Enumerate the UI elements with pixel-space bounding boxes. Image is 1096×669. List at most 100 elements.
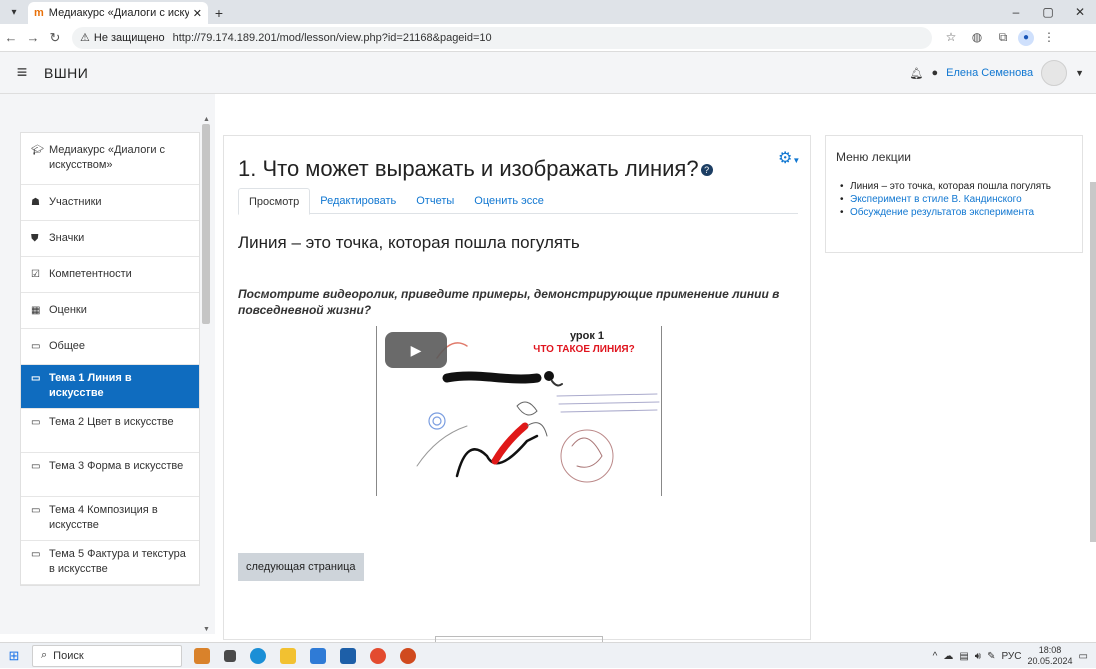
drawer-item-competencies[interactable]: ☑ Компетентности — [21, 257, 199, 293]
drawer-item-badges[interactable]: ⛊ Значки — [21, 221, 199, 257]
tab-grade-essays[interactable]: Оценить эссе — [464, 188, 554, 213]
store-icon[interactable] — [340, 647, 356, 664]
bookmark-star-icon[interactable]: ☆ — [940, 30, 962, 46]
task-view-icon[interactable] — [224, 649, 236, 662]
url-input[interactable]: ⚠ Не защищено http://79.174.189.201/mod/… — [72, 26, 932, 49]
edge-icon[interactable] — [250, 647, 266, 664]
drawer-item-topic-5[interactable]: ▭ Тема 5 Фактура и текстура в искусстве — [21, 541, 199, 585]
drawer-item-participants[interactable]: ☗ Участники — [21, 185, 199, 221]
video-title: урок 1 — [569, 330, 605, 342]
tab-edit[interactable]: Редактировать — [310, 188, 406, 213]
drawer-item-general[interactable]: ▭ Общее — [21, 329, 199, 365]
drawer-item-topic-1[interactable]: ▭ Тема 1 Линия в искусстве — [21, 365, 199, 409]
user-name[interactable]: Елена Семенова — [946, 67, 1033, 79]
profile-icon[interactable]: ● — [1018, 29, 1034, 46]
notification-center-icon[interactable]: ▭ — [1079, 651, 1088, 662]
reload-icon[interactable]: ↻ — [44, 30, 66, 46]
lesson-menu-link[interactable]: Обсуждение результатов эксперимента — [850, 207, 1034, 218]
kebab-menu-icon[interactable]: ⋮ — [1038, 30, 1060, 46]
pen-icon[interactable]: ✎ — [987, 651, 995, 662]
lesson-menu-block: Меню лекции Линия – это точка, которая п… — [825, 135, 1083, 253]
puzzle-icon[interactable]: ⧉ — [992, 30, 1014, 46]
language-indicator[interactable]: РУС — [1001, 651, 1021, 662]
users-icon: ☗ — [31, 197, 40, 208]
browser-tab[interactable]: m Медиакурс «Диалоги с искусс ✕ — [28, 2, 208, 24]
maximize-icon[interactable]: ▢ — [1032, 0, 1064, 24]
instruction-text: Посмотрите видеоролик, приведите примеры… — [238, 287, 780, 317]
network-icon[interactable]: ▤ — [959, 651, 968, 662]
lesson-menu-item-current: Линия – это точка, которая пошла погулят… — [840, 180, 1051, 193]
window-controls: – ▢ ✕ — [1000, 0, 1096, 24]
folder-icon: ▭ — [31, 549, 41, 560]
folder-icon: ▭ — [31, 417, 41, 428]
drawer-item-label: Тема 4 Композиция в искусстве — [49, 504, 158, 531]
drawer-item-label: Тема 5 Фактура и текстура в искусстве — [49, 548, 186, 575]
graduation-cap-icon: 🎓︎ — [31, 145, 44, 156]
drawer-item-label: Тема 1 Линия в искусстве — [49, 372, 132, 399]
drawer-item-grades[interactable]: ▦ Оценки — [21, 293, 199, 329]
minimize-icon[interactable]: – — [1000, 0, 1032, 24]
video-player[interactable]: ▶ урок 1 ЧТО ТАКОЕ ЛИНИЯ? — [376, 326, 662, 496]
drawer-item-label: Значки — [49, 232, 85, 244]
scroll-up-icon[interactable]: ▲ — [203, 116, 210, 123]
folder-icon: ▭ — [31, 505, 41, 516]
drawer-item-label: Тема 3 Форма в искусстве — [49, 460, 184, 472]
folder-icon: ▭ — [31, 341, 41, 352]
messages-icon[interactable]: ● — [932, 67, 939, 79]
drawer-item-topic-3[interactable]: ▭ Тема 3 Форма в искусстве — [21, 453, 199, 497]
widget-icon[interactable] — [194, 647, 210, 664]
windows-start-icon[interactable]: ⊞ — [0, 648, 28, 664]
system-tray: ^ ☁ ▤ 🔊︎ ✎ РУС 18:08 20.05.2024 ▭ — [933, 643, 1088, 669]
clock-time: 18:08 — [1038, 645, 1062, 655]
powerpoint-icon[interactable] — [400, 647, 416, 664]
url-text: http://79.174.189.201/mod/lesson/view.ph… — [172, 31, 492, 44]
close-tab-icon[interactable]: ✕ — [193, 7, 202, 20]
hamburger-menu-icon[interactable]: ≡ — [0, 62, 44, 83]
folder-icon: ▭ — [31, 373, 41, 384]
extension-icon[interactable]: ◍ — [966, 30, 988, 46]
page-title: 1. Что может выражать и изображать линия… — [238, 156, 713, 182]
drawer-item-label: Медиакурс «Диалоги с искусством» — [49, 144, 166, 171]
clock-date: 20.05.2024 — [1027, 656, 1073, 666]
tray-chevron-up-icon[interactable]: ^ — [933, 651, 938, 662]
lesson-heading: Линия – это точка, которая пошла погулят… — [238, 233, 580, 252]
volume-icon[interactable]: 🔊︎ — [975, 651, 981, 662]
drawer-item-topic-2[interactable]: ▭ Тема 2 Цвет в искусстве — [21, 409, 199, 453]
taskbar-search[interactable]: ⌕ Поиск — [32, 644, 182, 667]
opera-icon[interactable] — [370, 647, 386, 664]
tab-reports[interactable]: Отчеты — [406, 188, 464, 213]
chevron-down-icon[interactable]: ▼ — [1075, 68, 1084, 78]
folder-icon: ▭ — [31, 461, 41, 472]
scroll-down-icon[interactable]: ▼ — [203, 626, 210, 633]
avatar[interactable] — [1041, 60, 1068, 86]
drawer-item-label: Тема 2 Цвет в искусстве — [49, 416, 174, 428]
lesson-menu-link[interactable]: Эксперимент в стиле В. Кандинского — [850, 194, 1022, 205]
tab-view[interactable]: Просмотр — [238, 188, 311, 215]
forward-icon[interactable]: → — [22, 30, 44, 45]
lesson-tabs: Просмотр Редактировать Отчеты Оценить эс… — [238, 188, 798, 215]
onedrive-icon[interactable]: ☁ — [943, 651, 953, 662]
notifications-bell-icon[interactable]: 🔔︎ — [910, 67, 924, 80]
gear-icon[interactable]: ⚙▼ — [778, 148, 800, 168]
close-window-icon[interactable]: ✕ — [1064, 0, 1096, 24]
play-button[interactable]: ▶ — [385, 332, 447, 368]
new-tab-button[interactable]: + — [208, 2, 230, 24]
back-icon[interactable]: ← — [0, 30, 22, 45]
drawer-list: 🎓︎ Медиакурс «Диалоги с искусством» ☗ Уч… — [20, 132, 200, 586]
drawer-item-label: Участники — [49, 196, 102, 208]
chevron-down-icon: ▼ — [792, 156, 801, 165]
next-page-button[interactable]: следующая страница — [238, 553, 364, 581]
moodle-favicon-icon: m — [34, 7, 44, 19]
site-name[interactable]: ВШНИ — [44, 65, 88, 81]
page-scrollbar[interactable] — [1090, 182, 1096, 542]
clock[interactable]: 18:08 20.05.2024 — [1028, 645, 1073, 667]
insecure-label: Не защищено — [93, 31, 165, 44]
drawer-item-topic-4[interactable]: ▭ Тема 4 Композиция в искусстве — [21, 497, 199, 541]
mail-icon[interactable] — [310, 647, 326, 664]
file-explorer-icon[interactable] — [280, 647, 296, 664]
drawer-scrollbar[interactable] — [202, 124, 210, 324]
lesson-menu-item: Обсуждение результатов эксперимента — [840, 206, 1051, 219]
help-icon[interactable]: ? — [700, 164, 713, 177]
tab-search-icon[interactable]: ▾ — [0, 0, 28, 24]
drawer-item-course[interactable]: 🎓︎ Медиакурс «Диалоги с искусством» — [21, 133, 199, 185]
